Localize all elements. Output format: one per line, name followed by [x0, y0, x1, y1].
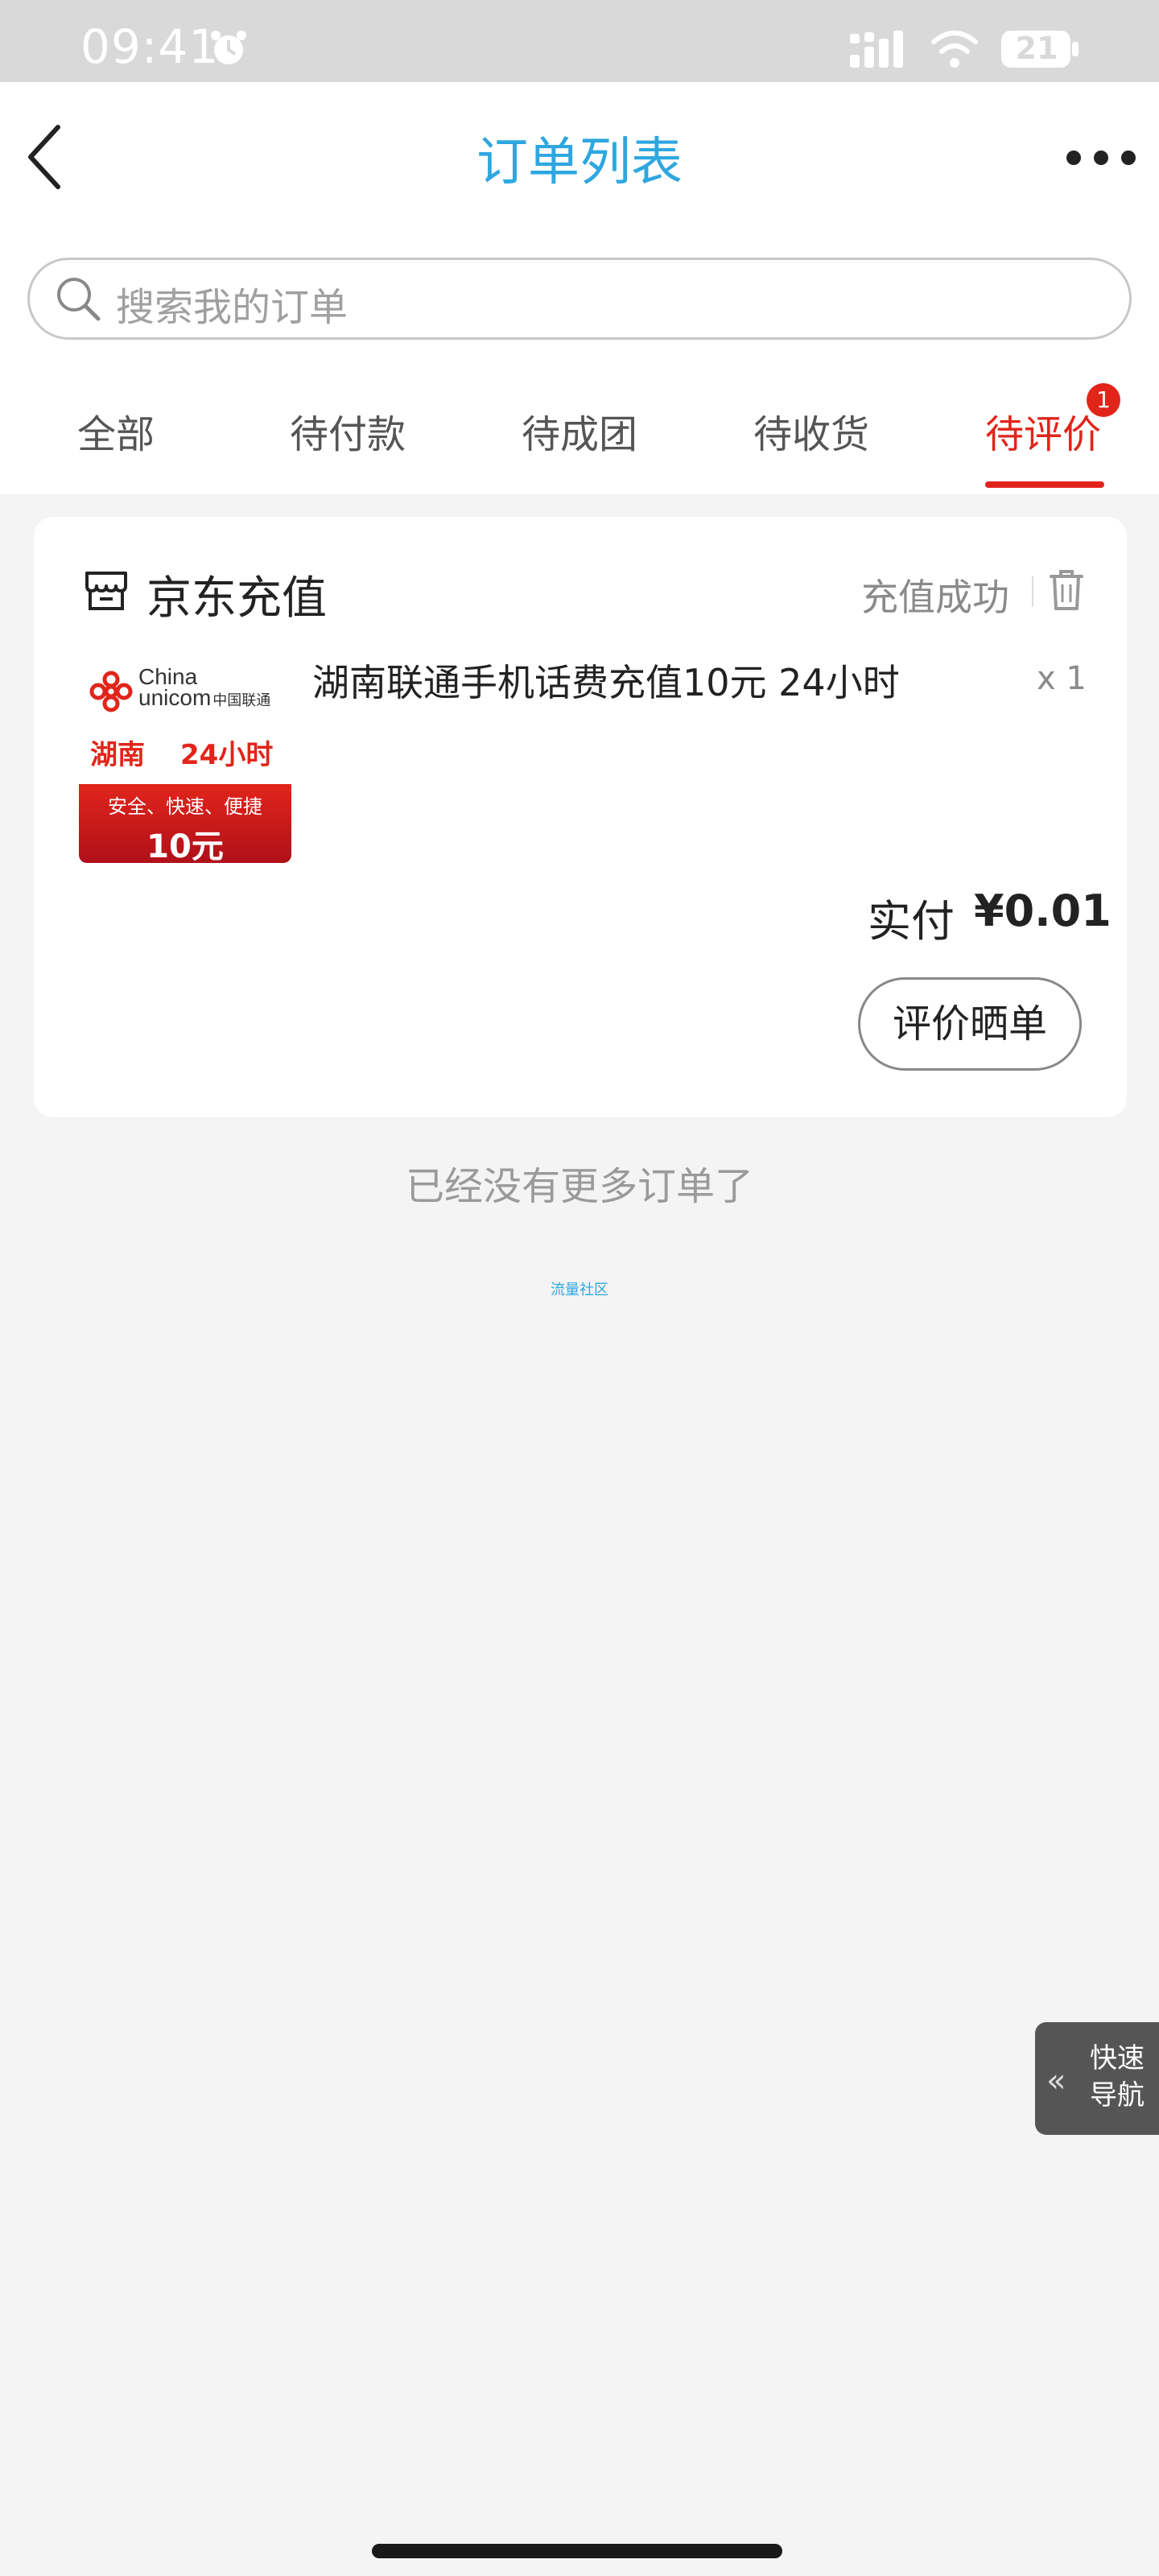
alarm-icon: [211, 31, 246, 64]
quick-nav-label-line1: 快速: [1090, 2042, 1145, 2074]
product-thumbnail[interactable]: China unicom 中国联通 湖南 24小时 安全、快速、便捷 10元: [79, 657, 291, 863]
paid-label: 实付: [868, 896, 955, 947]
no-more-orders-text: 已经没有更多订单了: [405, 1164, 753, 1209]
thumb-brand-en: China unicom 中国联通: [138, 666, 271, 711]
quick-nav-label-line2: 导航: [1090, 2079, 1145, 2112]
double-chevron-left-icon: «: [1046, 2062, 1066, 2099]
paid-amount: ¥0.01: [974, 886, 1112, 936]
unicom-logo-icon: [89, 671, 133, 712]
more-options-icon[interactable]: [1062, 135, 1140, 180]
battery-level: 21: [1015, 31, 1058, 66]
signal-icon: [850, 31, 903, 68]
active-tab-indicator: [985, 481, 1104, 488]
review-count-badge: 1: [1087, 383, 1120, 417]
tab-pending-group[interactable]: 待成团: [491, 402, 668, 459]
tab-pending-receipt[interactable]: 待收货: [723, 402, 900, 459]
tab-all[interactable]: 全部: [27, 402, 204, 459]
product-name[interactable]: 湖南联通手机话费充值10元 24小时: [312, 654, 900, 707]
thumb-slogan: 安全、快速、便捷: [108, 795, 262, 818]
order-status: 充值成功: [861, 576, 1009, 619]
page-title: 订单列表: [476, 133, 683, 192]
thumb-amount: 10元: [146, 828, 224, 863]
review-button[interactable]: 评价晒单: [858, 977, 1082, 1071]
thumb-brand-cn: 中国联通: [212, 692, 271, 708]
thumb-hours: 24小时: [180, 739, 274, 771]
community-link[interactable]: 流量社区: [0, 1278, 1159, 1299]
thumb-region: 湖南: [90, 739, 145, 771]
home-indicator[interactable]: [372, 2544, 782, 2558]
store-icon: [85, 572, 127, 610]
thumb-banner: 安全、快速、便捷 10元: [79, 784, 291, 863]
status-time: 09:41: [80, 19, 220, 74]
store-name[interactable]: 京东充值: [146, 562, 327, 627]
thumb-brand-en-2: unicom: [138, 685, 212, 710]
wifi-icon: [931, 31, 978, 68]
search-icon: [57, 278, 101, 321]
quick-nav-label: 快速 导航: [1090, 2040, 1154, 2114]
status-divider: [1032, 576, 1033, 607]
search-placeholder: 搜索我的订单: [116, 285, 349, 330]
trash-icon[interactable]: [1048, 567, 1085, 612]
tab-pending-payment[interactable]: 待付款: [259, 402, 436, 459]
product-quantity: x 1: [1037, 660, 1087, 697]
